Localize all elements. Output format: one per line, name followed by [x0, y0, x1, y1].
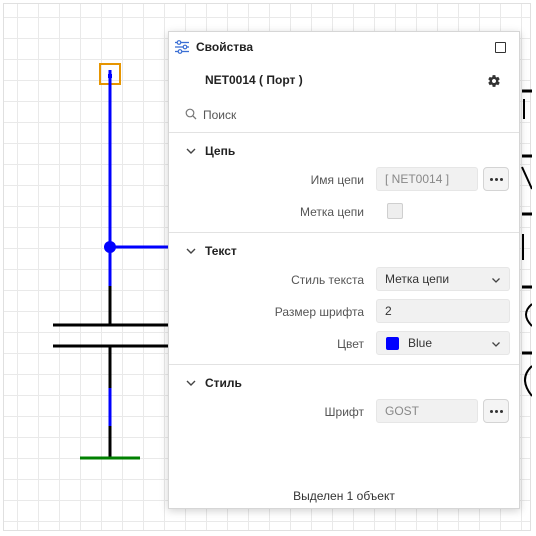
- panel-title: Свойства: [196, 40, 254, 54]
- ellipsis-icon: [490, 178, 493, 181]
- sliders-icon: [175, 40, 189, 54]
- color-swatch: [386, 337, 399, 350]
- text-style-value: Метка цепи: [385, 272, 450, 286]
- divider: [169, 232, 519, 233]
- edge-part: [521, 166, 532, 190]
- search-input[interactable]: [203, 104, 493, 126]
- net-name-field[interactable]: [ NET0014 ]: [376, 167, 478, 191]
- chevron-down-icon: [492, 342, 500, 347]
- chevron-down-icon: [186, 148, 196, 154]
- net-name-more-button[interactable]: [483, 167, 509, 191]
- net-name-label: Имя цепи: [310, 173, 364, 187]
- font-label: Шрифт: [324, 405, 364, 419]
- color-select[interactable]: Blue: [376, 331, 510, 355]
- color-value: Blue: [408, 336, 433, 350]
- chevron-down-icon: [186, 380, 196, 386]
- net-label-label: Метка цепи: [299, 205, 364, 219]
- text-style-select[interactable]: Метка цепи: [376, 267, 510, 291]
- search-icon: [185, 108, 197, 120]
- edge-part: [524, 365, 532, 397]
- section-net-title: Цепь: [205, 144, 236, 158]
- divider: [169, 364, 519, 365]
- net-label-checkbox[interactable]: [387, 203, 403, 219]
- section-style-title: Стиль: [205, 376, 242, 390]
- text-style-label: Стиль текста: [291, 273, 364, 287]
- font-size-label: Размер шрифта: [274, 305, 364, 319]
- font-field[interactable]: GOST: [376, 399, 478, 423]
- selected-object-title: NET0014 ( Порт ): [205, 73, 303, 87]
- junction-dot[interactable]: [104, 241, 116, 253]
- chevron-down-icon: [186, 248, 196, 254]
- selection-status: Выделен 1 объект: [293, 489, 395, 503]
- panel-header: Свойства: [169, 32, 519, 62]
- font-more-button[interactable]: [483, 399, 509, 423]
- maximize-button[interactable]: [495, 42, 506, 53]
- font-size-input[interactable]: 2: [376, 299, 510, 323]
- divider: [169, 132, 519, 133]
- section-text-title: Текст: [205, 244, 237, 258]
- ellipsis-icon: [490, 410, 493, 413]
- chevron-down-icon: [492, 278, 500, 283]
- search-bar[interactable]: [183, 104, 505, 126]
- color-label: Цвет: [337, 337, 364, 351]
- gear-icon[interactable]: [487, 74, 501, 88]
- edge-part: [525, 303, 532, 327]
- properties-panel[interactable]: Свойства NET0014 ( Порт ) Цепь Имя цепи …: [168, 31, 520, 509]
